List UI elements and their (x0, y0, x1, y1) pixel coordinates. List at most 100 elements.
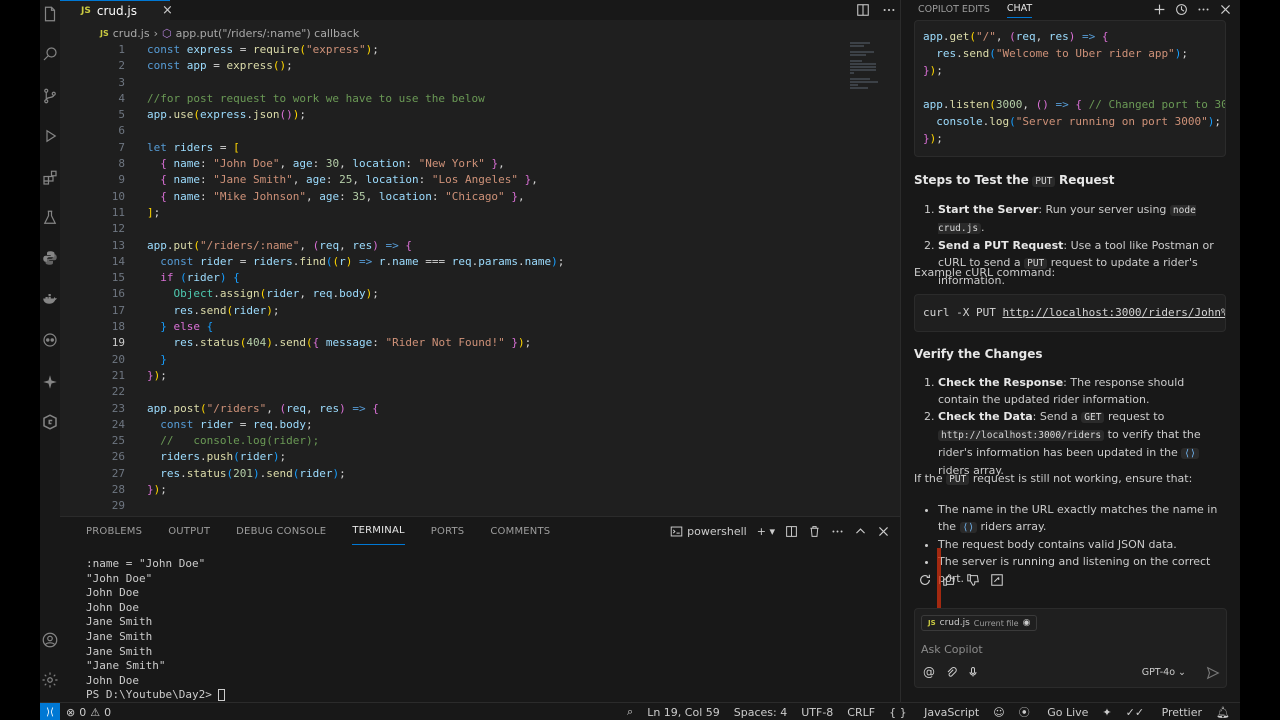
attach-icon[interactable] (945, 666, 957, 678)
code-line[interactable]: 9 { name: "Jane Smith", age: 25, locatio… (60, 172, 830, 188)
language-mode[interactable]: { } JavaScript (889, 706, 979, 719)
cursor-position[interactable]: Ln 19, Col 59 (647, 706, 720, 719)
code-line[interactable]: 13 app.put("/riders/:name", (req, res) =>… (60, 238, 830, 254)
code-line[interactable]: 29 (60, 498, 830, 514)
code-line[interactable]: 23 app.post("/riders", (req, res) => { (60, 401, 830, 417)
code-text[interactable]: //for post request to work we have to us… (147, 91, 485, 107)
prettier-status[interactable]: ✓✓ Prettier (1126, 706, 1202, 719)
terminal-name[interactable]: powershell (687, 525, 747, 538)
tab-chat[interactable]: CHAT (1006, 0, 1033, 18)
code-line[interactable]: 6 (60, 123, 830, 139)
code-text[interactable]: res.status(201).send(rider); (147, 466, 346, 482)
code-text[interactable]: const rider = req.body; (147, 417, 312, 433)
code-text[interactable]: } (147, 352, 167, 368)
code-editor[interactable]: 1 const express = require("express"); 2 con… (60, 42, 830, 515)
code-line[interactable]: 2 const app = express(); (60, 58, 830, 74)
thumbs-down-icon[interactable] (966, 573, 980, 587)
code-line[interactable]: 12 (60, 221, 830, 237)
close-icon[interactable] (1219, 3, 1232, 16)
terminal-output[interactable]: :name = "John Doe" "John Doe" John Doe John… (86, 557, 226, 703)
code-line[interactable]: 5 app.use(express.json()); (60, 107, 830, 123)
code-line[interactable]: 14 const rider = riders.find((r) => r.na… (60, 254, 830, 270)
more-actions-icon[interactable] (882, 3, 896, 17)
code-text[interactable]: riders.push(rider); (147, 449, 286, 465)
code-text[interactable]: let riders = [ (147, 140, 240, 156)
tab-debug-console[interactable]: DEBUG CONSOLE (236, 517, 326, 545)
code-line[interactable]: 20 } (60, 352, 830, 368)
close-icon[interactable]: × (162, 3, 173, 18)
curl-url-link[interactable]: http://localhost:3000/riders/John%20Doe (1002, 306, 1225, 319)
copilot-status-icon[interactable]: ☺ (993, 706, 1004, 719)
code-line[interactable]: 15 if (rider) { (60, 270, 830, 286)
code-line[interactable]: 16 Object.assign(rider, req.body); (60, 286, 830, 302)
editor-tab-crud-js[interactable]: JS crud.js × (60, 0, 173, 20)
copilot-sparkle-icon[interactable]: ✦ (1102, 706, 1111, 719)
tab-comments[interactable]: COMMENTS (490, 517, 550, 545)
code-line[interactable]: 18 } else { (60, 319, 830, 335)
tab-output[interactable]: OUTPUT (168, 517, 210, 545)
chat-input[interactable]: Ask Copilot (921, 643, 983, 656)
eye-icon[interactable]: ◉ (1023, 618, 1031, 628)
code-text[interactable]: res.status(404).send({ message: "Rider N… (147, 335, 532, 351)
code-text[interactable]: if (rider) { (147, 270, 240, 286)
insert-icon[interactable] (990, 573, 1004, 587)
code-line[interactable]: 11]; (60, 205, 830, 221)
code-line[interactable]: 26 riders.push(rider); (60, 449, 830, 465)
code-line[interactable]: 25 // console.log(rider); (60, 433, 830, 449)
code-text[interactable]: app.put("/riders/:name", (req, res) => { (147, 238, 412, 254)
new-terminal-button[interactable]: + ▾ (757, 525, 775, 538)
tab-problems[interactable]: PROBLEMS (86, 517, 142, 545)
minimap[interactable] (850, 42, 890, 102)
python-icon[interactable] (40, 248, 60, 268)
code-text[interactable]: const rider = riders.find((r) => r.name … (147, 254, 564, 270)
code-text[interactable]: }); (147, 482, 167, 498)
tab-terminal[interactable]: TERMINAL (352, 517, 405, 545)
code-line[interactable]: 10 { name: "Mike Johnson", age: 35, loca… (60, 189, 830, 205)
notifications-icon[interactable]: 🔔︎ (1216, 706, 1230, 719)
history-icon[interactable] (1175, 3, 1188, 16)
remote-icon[interactable]: ⟩⟨ (40, 703, 60, 720)
zoom-icon[interactable]: ⌕ (627, 705, 633, 719)
model-picker[interactable]: GPT-4o ⌄ (1142, 667, 1186, 678)
code-text[interactable]: Object.assign(rider, req.body); (147, 286, 379, 302)
extensions-icon[interactable] (40, 168, 60, 188)
code-line[interactable]: 28}); (60, 482, 830, 498)
code-text[interactable]: app.post("/riders", (req, res) => { (147, 401, 379, 417)
curl-code-block[interactable]: curl -X PUT http://localhost:3000/riders… (914, 294, 1226, 332)
code-text[interactable]: { name: "Mike Johnson", age: 35, locatio… (147, 189, 524, 205)
send-button[interactable] (1206, 665, 1220, 684)
code-line[interactable]: 17 res.send(rider); (60, 303, 830, 319)
code-line[interactable]: 27 res.status(201).send(rider); (60, 466, 830, 482)
microphone-icon[interactable] (967, 666, 979, 678)
more-actions-icon[interactable] (1197, 3, 1210, 16)
code-text[interactable]: { name: "Jane Smith", age: 25, location:… (147, 172, 538, 188)
code-text[interactable]: }); (147, 368, 167, 384)
chat-code-block[interactable]: app.get("/", (req, res) => { res.send("W… (914, 20, 1226, 157)
search-icon[interactable] (40, 44, 60, 64)
sparkle-icon[interactable] (40, 372, 60, 392)
trash-icon[interactable] (808, 525, 821, 538)
code-text[interactable]: app.use(express.json()); (147, 107, 306, 123)
code-line[interactable]: 19 res.status(404).send({ message: "Ride… (60, 335, 830, 351)
docker-icon[interactable] (40, 290, 60, 310)
code-text[interactable]: res.send(rider); (147, 303, 280, 319)
code-text[interactable]: } else { (147, 319, 213, 335)
breadcrumb-file[interactable]: crud.js (113, 27, 150, 40)
current-file-chip[interactable]: JS crud.js Current file ◉ (921, 615, 1038, 631)
split-editor-icon[interactable] (856, 3, 870, 17)
mention-icon[interactable]: @ (923, 665, 935, 679)
encoding[interactable]: UTF-8 (801, 706, 833, 719)
tab-copilot-edits[interactable]: COPILOT EDITS (918, 0, 990, 18)
thumbs-up-icon[interactable] (942, 573, 956, 587)
run-debug-icon[interactable] (40, 126, 60, 146)
go-live-button[interactable]: ⦿ Go Live (1019, 704, 1089, 720)
retry-icon[interactable] (918, 573, 932, 587)
code-line[interactable]: 3 (60, 75, 830, 91)
code-line[interactable]: 8 { name: "John Doe", age: 30, location:… (60, 156, 830, 172)
indentation[interactable]: Spaces: 4 (734, 706, 787, 719)
close-icon[interactable] (877, 525, 890, 538)
settings-gear-icon[interactable] (40, 670, 60, 690)
explorer-icon[interactable] (40, 4, 60, 24)
problems-indicator[interactable]: ⊗ 0 ⚠ 0 (66, 703, 111, 720)
line-endings[interactable]: CRLF (847, 706, 875, 719)
